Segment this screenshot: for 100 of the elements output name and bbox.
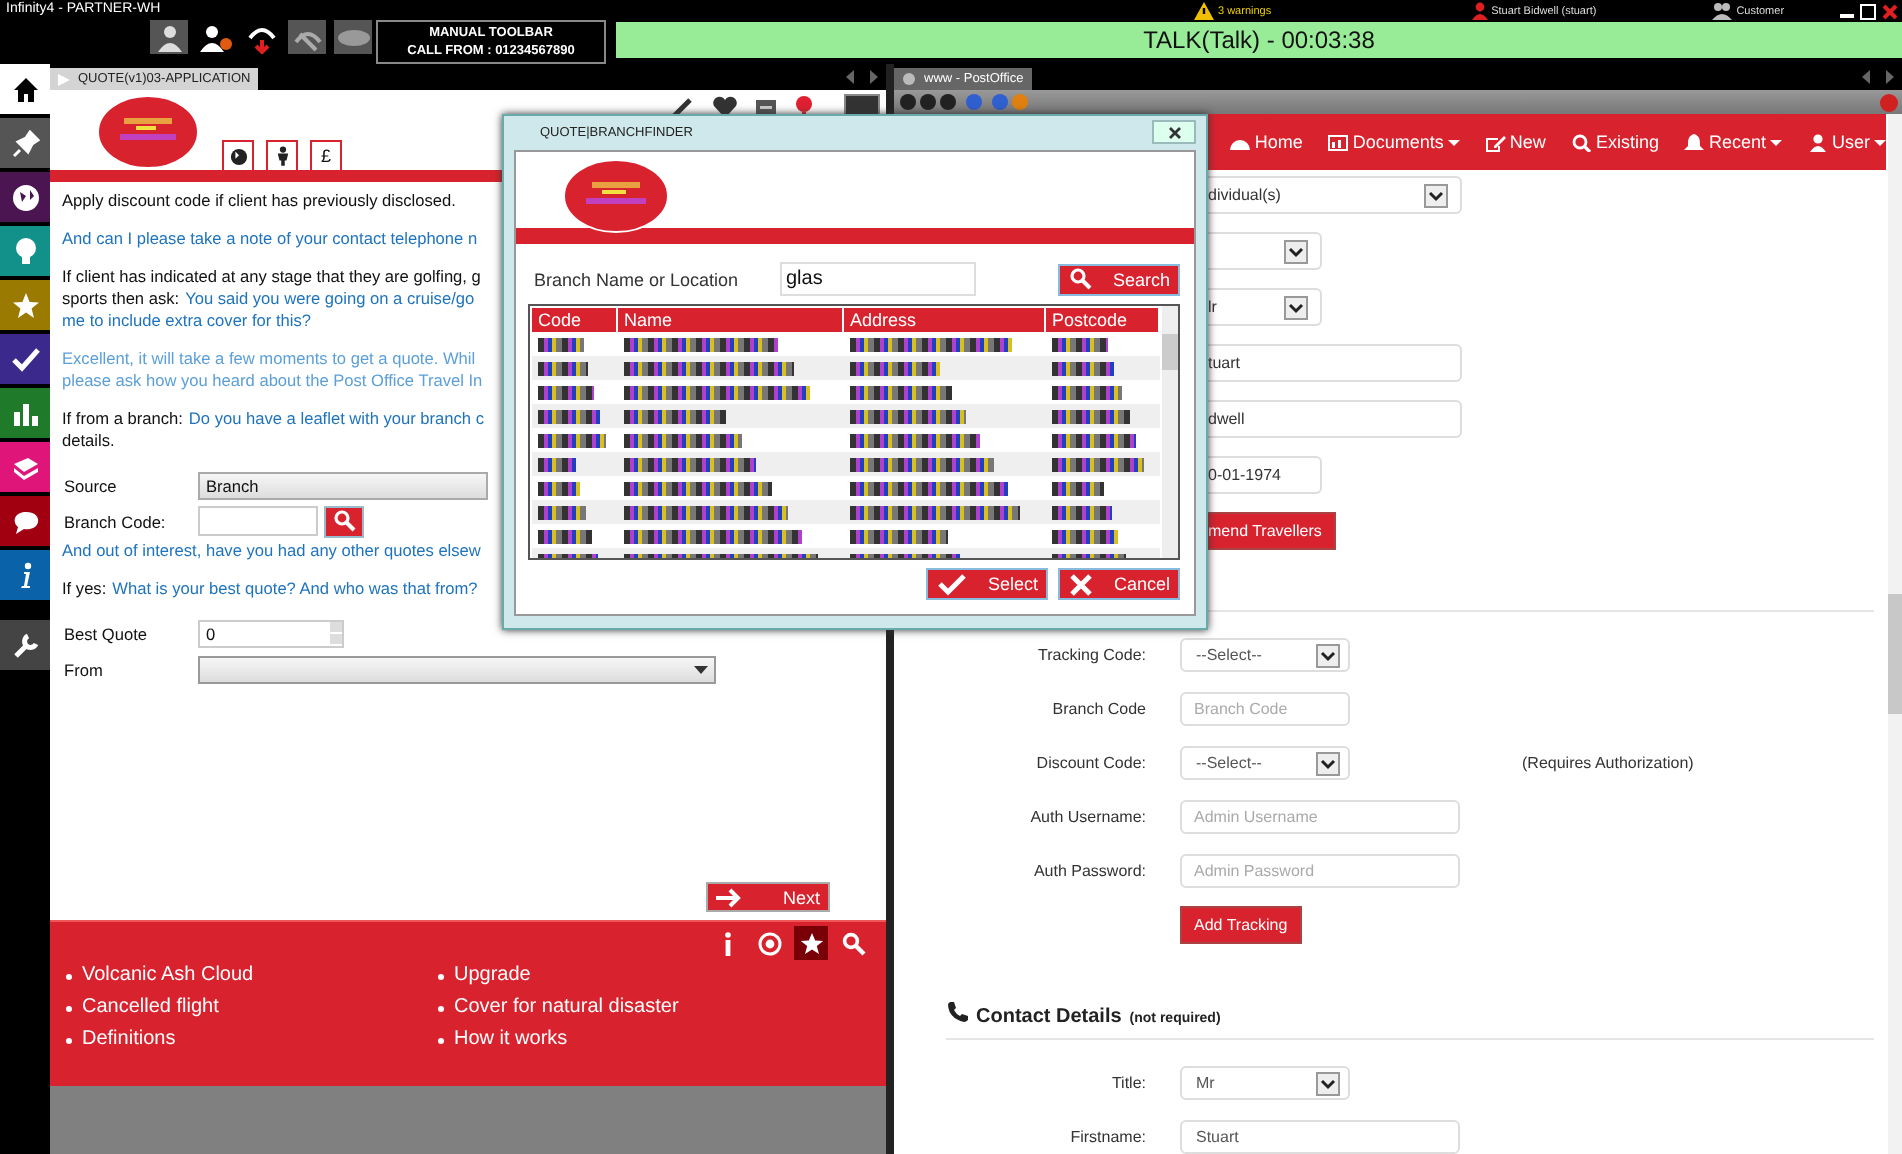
scrollbar[interactable] — [1162, 306, 1178, 558]
search-icon — [1070, 268, 1092, 290]
redacted-text — [1052, 505, 1112, 519]
dropdown-icon — [1284, 239, 1308, 263]
best-quote-spinner[interactable]: 0 — [198, 619, 344, 647]
field-label: Branch Name or Location — [534, 269, 741, 289]
chart-icon — [11, 399, 39, 427]
redacted-text — [850, 361, 940, 375]
redacted-text — [624, 457, 757, 471]
globe-button[interactable] — [222, 140, 254, 172]
select-field[interactable]: Mr — [1180, 1066, 1350, 1100]
footer-link[interactable]: How it works — [454, 1024, 568, 1056]
column-header[interactable]: Name — [618, 308, 842, 332]
nav-link[interactable]: Recent — [1684, 132, 1782, 152]
redacted-text — [538, 529, 592, 543]
sidebar-item[interactable] — [0, 550, 50, 600]
redacted-text — [538, 481, 581, 495]
pen-icon[interactable] — [670, 96, 694, 120]
sidebar-item[interactable] — [0, 334, 50, 384]
select-field[interactable]: --Select-- — [1180, 638, 1350, 672]
select-button[interactable]: Select — [926, 568, 1048, 600]
column-header[interactable]: Address — [844, 308, 1044, 332]
instruction-text: If yes: — [62, 578, 107, 600]
footer-link[interactable]: Cancelled flight — [82, 992, 219, 1024]
close-button[interactable] — [1152, 120, 1196, 144]
pin-icon — [11, 129, 39, 157]
sidebar-item[interactable] — [0, 496, 50, 546]
nav-link[interactable]: Home — [1230, 132, 1303, 152]
scroll-arrows-icon[interactable] — [1862, 70, 1894, 84]
footer-link[interactable]: Definitions — [82, 1024, 176, 1056]
nav-link[interactable]: New — [1485, 132, 1546, 152]
instruction-text: If client has indicated at any stage that they are golfing, g — [62, 266, 481, 288]
column-header[interactable]: Code — [532, 308, 616, 332]
redacted-text — [538, 409, 600, 423]
scroll-arrows-icon[interactable] — [846, 70, 878, 84]
scrollbar[interactable] — [1888, 114, 1902, 1154]
add-tracking-button[interactable]: Add Tracking — [1180, 906, 1302, 944]
sidebar-item[interactable] — [0, 172, 50, 222]
redacted-text — [1052, 481, 1104, 495]
select-field[interactable]: dividual(s) — [1208, 176, 1462, 214]
marker-icon[interactable] — [794, 96, 814, 120]
redacted-text — [1052, 337, 1108, 351]
heart-icon[interactable] — [712, 96, 738, 120]
sidebar-item[interactable] — [0, 64, 50, 114]
branch-code-field[interactable] — [198, 506, 318, 536]
footer-link[interactable]: Volcanic Ash Cloud — [82, 960, 254, 992]
footer-link[interactable]: Upgrade — [454, 960, 531, 992]
search-button[interactable]: Search — [1058, 263, 1180, 295]
phone-icon — [948, 1002, 968, 1022]
search-field[interactable]: glas — [780, 262, 976, 296]
cancel-button[interactable]: Cancel — [1058, 568, 1180, 600]
nav-link[interactable]: User — [1807, 132, 1886, 152]
script-text: And out of interest, have you had any other quotes elsew — [62, 540, 481, 562]
field-label: Source — [62, 475, 119, 495]
sidebar-item[interactable] — [0, 118, 50, 168]
search-icon — [333, 510, 355, 532]
dropdown-icon — [1316, 751, 1340, 775]
dropdown-icon — [1316, 1071, 1340, 1095]
input-field[interactable]: Admin Password — [1180, 854, 1460, 888]
search-button[interactable] — [324, 505, 364, 537]
input-field[interactable]: dwell — [1208, 400, 1462, 438]
agent-busy-icon[interactable] — [196, 20, 234, 54]
script-text: What is your best quote? And who was that from? — [112, 578, 478, 600]
redacted-text — [538, 505, 587, 519]
nav-link[interactable]: Existing — [1571, 132, 1659, 152]
script-text: please ask how you heard about the Post Office Travel In — [62, 370, 483, 392]
select-field[interactable]: lr — [1208, 288, 1322, 326]
next-button[interactable]: Next — [706, 882, 830, 912]
wrench-icon — [11, 631, 39, 659]
people-icon — [1712, 2, 1733, 20]
bulb-icon — [11, 237, 39, 265]
input-field[interactable]: Branch Code — [1180, 692, 1350, 726]
script-text: me to include extra cover for this? — [62, 310, 312, 332]
script-text: Excellent, it will take a few moments to get a quote. Whil — [62, 348, 476, 370]
minimize-icon[interactable] — [1840, 13, 1854, 17]
script-text: And can I please take a note of your contact telephone n — [62, 228, 478, 250]
section-heading: Contact Details — [976, 1006, 1122, 1028]
select-field[interactable] — [1208, 232, 1322, 270]
redacted-text — [538, 361, 589, 375]
logo-drawing — [562, 158, 670, 234]
nav-link[interactable]: Documents — [1328, 132, 1460, 152]
footer-link[interactable]: Cover for natural disaster — [454, 992, 679, 1024]
restore-icon[interactable] — [1860, 3, 1876, 19]
instruction-text: details. — [62, 430, 115, 452]
source-select[interactable]: Branch — [198, 471, 488, 499]
currency-button[interactable]: £ — [310, 140, 342, 172]
column-header[interactable]: Postcode — [1046, 308, 1158, 332]
input-field[interactable]: Stuart — [1180, 1120, 1460, 1154]
sidebar-item[interactable] — [0, 620, 50, 670]
check-icon — [11, 345, 39, 373]
redacted-text — [1052, 433, 1137, 447]
agent-icon[interactable] — [150, 20, 188, 54]
person-button[interactable] — [266, 140, 298, 172]
input-field[interactable]: tuart — [1208, 344, 1462, 382]
amend-travellers-button[interactable]: mend Travellers — [1208, 512, 1336, 550]
book-icon — [11, 453, 39, 481]
input-field[interactable]: Admin Username — [1180, 800, 1460, 834]
select-field[interactable]: --Select-- — [1180, 746, 1350, 780]
from-select[interactable] — [198, 655, 716, 683]
redacted-text — [538, 337, 584, 351]
